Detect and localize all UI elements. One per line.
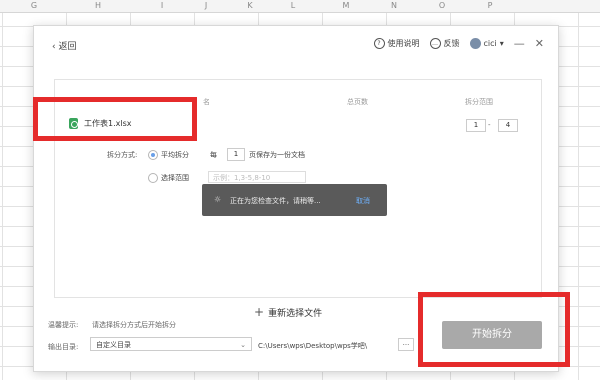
column-letter: P bbox=[487, 1, 493, 10]
feedback-label: 反馈 bbox=[443, 39, 460, 48]
range-to-input[interactable]: 4 bbox=[498, 119, 518, 132]
chevron-left-icon: ‹ bbox=[52, 42, 56, 52]
pages-per-doc-label: 页保存为一份文档 bbox=[249, 151, 305, 159]
range-from-input[interactable]: 1 bbox=[466, 119, 486, 132]
column-letter: M bbox=[342, 1, 350, 10]
column-letter: O bbox=[438, 1, 446, 10]
minimize-button[interactable]: — bbox=[514, 37, 525, 50]
help-icon: ? bbox=[373, 38, 385, 49]
reselect-file-button[interactable]: + 重新选择文件 bbox=[254, 305, 322, 319]
range-input[interactable]: 示例：1,3-5,8-10 bbox=[208, 171, 306, 183]
back-label: 返回 bbox=[58, 42, 77, 52]
column-letter: J bbox=[204, 1, 208, 10]
average-split-label: 平均拆分 bbox=[161, 151, 189, 159]
back-button[interactable]: ‹ 返回 bbox=[52, 39, 77, 52]
column-pages-header: 总页数 bbox=[347, 98, 368, 106]
pages-per-doc-input[interactable]: 1 bbox=[227, 148, 245, 161]
tip-text: 请选择拆分方式后开始拆分 bbox=[92, 321, 176, 329]
column-letter: G bbox=[30, 1, 38, 10]
column-letter: N bbox=[391, 1, 397, 10]
range-dash: - bbox=[488, 121, 491, 129]
caret-down-icon: ▾ bbox=[499, 39, 504, 48]
close-button[interactable]: ✕ bbox=[535, 37, 544, 50]
average-split-radio[interactable] bbox=[148, 150, 158, 160]
spinner-icon: ☼ bbox=[214, 195, 222, 204]
select-range-label: 选择范围 bbox=[161, 174, 189, 182]
chat-icon: … bbox=[429, 38, 441, 49]
user-name: cici bbox=[483, 39, 497, 48]
dialog-titlebar: ‹ 返回 ? 使用说明 … 反馈 cici ▾ — ✕ bbox=[34, 26, 558, 60]
column-letter: I bbox=[160, 1, 164, 10]
output-dir-value: 自定义目录 bbox=[96, 341, 131, 349]
column-range-header: 拆分范围 bbox=[465, 98, 493, 106]
column-header-bar: G H I J K L M N O P bbox=[0, 0, 600, 13]
column-name-header: 名 bbox=[203, 98, 210, 106]
split-mode-label: 拆分方式: bbox=[107, 151, 138, 159]
column-letter: H bbox=[94, 1, 101, 10]
browse-button[interactable]: ... bbox=[398, 338, 414, 351]
user-menu[interactable]: cici ▾ bbox=[469, 38, 504, 49]
reselect-label: 重新选择文件 bbox=[268, 308, 323, 319]
output-path: C:\Users\wps\Desktop\wps学吧\ bbox=[258, 342, 368, 350]
column-letter: K bbox=[247, 1, 253, 10]
help-button[interactable]: ? 使用说明 bbox=[373, 38, 420, 49]
feedback-button[interactable]: … 反馈 bbox=[429, 38, 460, 49]
avatar bbox=[469, 38, 481, 49]
toast-cancel-link[interactable]: 取消 bbox=[356, 196, 370, 206]
highlight-box-start bbox=[418, 292, 570, 367]
chevron-down-icon: ⌄ bbox=[240, 341, 246, 349]
checking-toast: ☼ 正在为您检查文件，请稍等... 取消 bbox=[202, 184, 387, 216]
titlebar-actions: ? 使用说明 … 反馈 cici ▾ — ✕ bbox=[373, 37, 544, 50]
output-dir-label: 输出目录: bbox=[48, 343, 79, 351]
select-range-radio[interactable] bbox=[148, 173, 158, 183]
help-label: 使用说明 bbox=[387, 39, 420, 48]
output-dir-select[interactable]: 自定义目录 ⌄ bbox=[90, 337, 252, 351]
highlight-box-file bbox=[33, 97, 197, 141]
every-label: 每 bbox=[210, 151, 217, 159]
toast-message: 正在为您检查文件，请稍等... bbox=[230, 197, 321, 205]
plus-icon: + bbox=[254, 305, 265, 319]
tip-label: 温馨提示: bbox=[48, 321, 79, 329]
column-letter: L bbox=[290, 1, 296, 10]
